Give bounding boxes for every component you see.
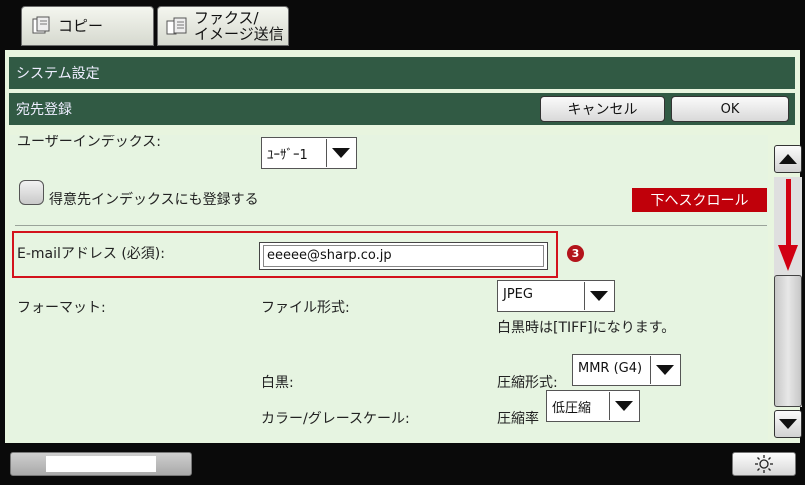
compression-format-select[interactable]: MMR (G4)	[572, 354, 681, 386]
tab-copy[interactable]: コピー	[21, 6, 154, 46]
email-label: E-mailアドレス (必須):	[17, 246, 165, 262]
file-format-select[interactable]: JPEG	[497, 280, 615, 312]
bw-label: 白黒:	[261, 375, 294, 391]
scroll-thumb[interactable]	[774, 275, 802, 407]
arrow-up-icon	[779, 154, 797, 164]
address-registration-title: 宛先登録	[16, 102, 72, 118]
scroll-down-button[interactable]	[774, 410, 802, 438]
sun-icon	[755, 455, 773, 473]
brightness-button[interactable]	[732, 452, 796, 476]
vertical-scrollbar[interactable]	[772, 143, 804, 440]
user-index-select[interactable]: ﾕｰｻﾞｰ1	[261, 137, 357, 169]
email-input[interactable]: eeeee@sharp.co.jp	[259, 242, 548, 270]
tab-copy-label: コピー	[58, 17, 104, 35]
system-settings-bar: システム設定	[9, 57, 795, 89]
divider	[15, 225, 767, 226]
scroll-down-indicator: 下へスクロール	[632, 188, 767, 212]
tab-fax-label: ファクス/ イメージ送信	[194, 10, 284, 42]
scroll-track[interactable]	[774, 177, 802, 407]
callout-badge: 3	[567, 245, 584, 262]
format-label: フォーマット:	[17, 300, 106, 316]
form-content: ユーザーインデックス: ﾕｰｻﾞｰ1 得意先インデックスにも登録する 下へスクロ…	[9, 135, 768, 440]
compression-format-label: 圧縮形式:	[497, 375, 558, 391]
bw-note: 白黒時は[TIFF]になります。	[497, 320, 676, 336]
chevron-down-icon	[609, 392, 638, 420]
ok-button[interactable]: OK	[671, 96, 789, 122]
compression-ratio-value: 低圧縮	[552, 401, 592, 416]
status-progress-fill	[46, 456, 156, 472]
email-value: eeeee@sharp.co.jp	[267, 248, 392, 263]
chevron-down-icon	[584, 282, 613, 310]
color-label: カラー/グレースケール:	[261, 411, 410, 427]
chevron-down-icon	[650, 356, 679, 384]
favorites-label: 得意先インデックスにも登録する	[49, 192, 259, 208]
cancel-button[interactable]: キャンセル	[540, 96, 665, 122]
fax-scan-icon	[166, 16, 188, 36]
favorites-checkbox[interactable]	[19, 180, 44, 205]
scroll-down-arrow-icon	[778, 179, 798, 271]
tab-fax-label-line2: イメージ送信	[194, 25, 284, 43]
user-index-label: ユーザーインデックス:	[17, 135, 162, 150]
status-progress	[10, 452, 192, 476]
compression-format-value: MMR (G4)	[578, 361, 643, 376]
copy-icon	[30, 16, 52, 36]
compression-ratio-select[interactable]: 低圧縮	[546, 390, 640, 422]
tab-fax-label-line1: ファクス/	[194, 9, 259, 27]
arrow-down-icon	[779, 419, 797, 429]
user-index-value: ﾕｰｻﾞｰ1	[267, 148, 308, 163]
file-format-value: JPEG	[503, 287, 533, 302]
tab-fax-image-send[interactable]: ファクス/ イメージ送信	[157, 6, 289, 46]
compression-ratio-label: 圧縮率	[497, 411, 539, 427]
system-settings-title: システム設定	[16, 66, 100, 82]
scroll-up-button[interactable]	[774, 145, 802, 173]
device-screen: コピー ファクス/ イメージ送信 システム設定 宛先登録 キャンセル OK ユー…	[0, 0, 805, 485]
chevron-down-icon	[326, 139, 355, 167]
file-format-label: ファイル形式:	[261, 300, 350, 316]
